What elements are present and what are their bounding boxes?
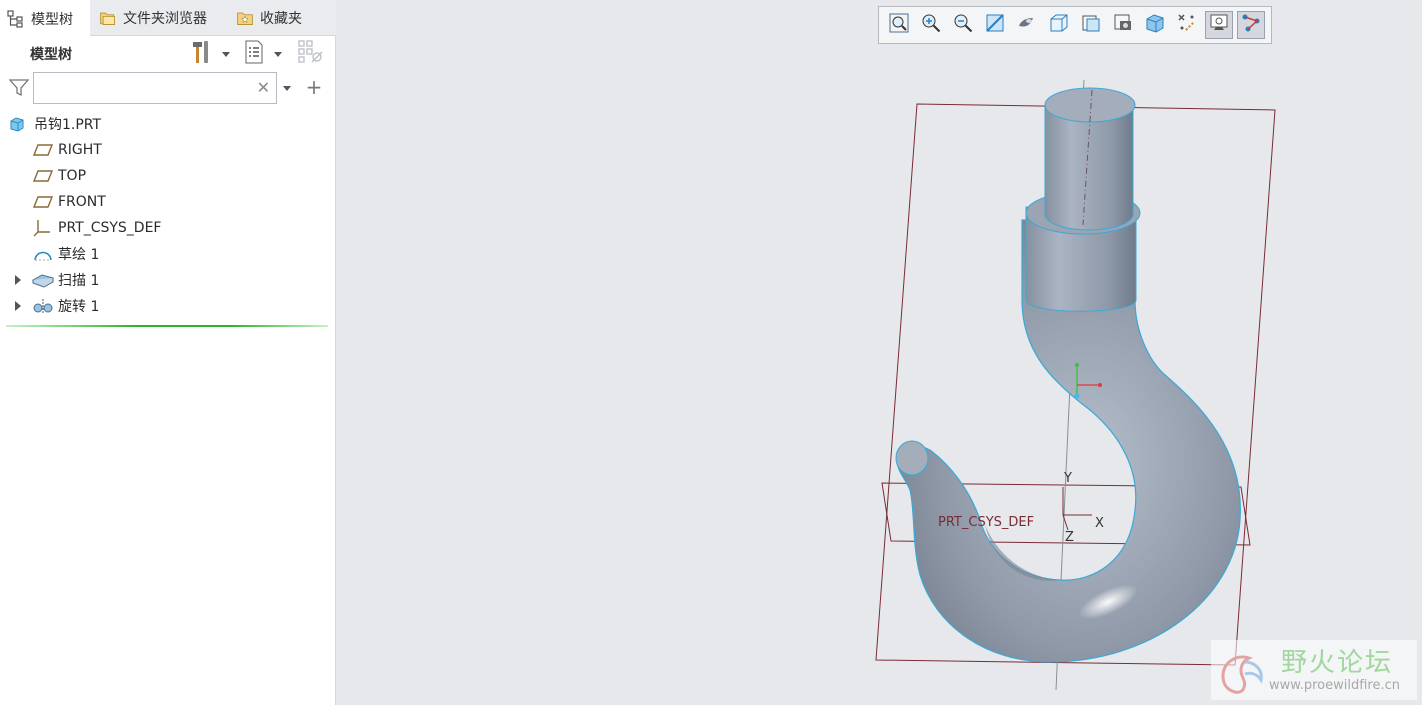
tree-item-label: PRT_CSYS_DEF bbox=[58, 220, 162, 236]
folder-browser-icon bbox=[99, 9, 117, 27]
saved-orientations-button[interactable] bbox=[1045, 11, 1073, 39]
insert-indicator[interactable] bbox=[6, 325, 328, 327]
hook-tip[interactable] bbox=[895, 440, 929, 476]
display-style-icon bbox=[1016, 12, 1038, 38]
spin-center-icon bbox=[1208, 12, 1230, 38]
datum-plane-icon bbox=[32, 140, 54, 160]
tree-filter-settings-icon bbox=[297, 39, 325, 69]
tree-item-sweep[interactable]: 扫描 1 bbox=[32, 268, 99, 292]
tree-item-label: 吊钩1.PRT bbox=[34, 117, 102, 133]
show-dropdown[interactable] bbox=[270, 40, 286, 68]
tree-item-sketch[interactable]: 草绘 1 bbox=[32, 242, 99, 266]
sweep-icon bbox=[32, 270, 54, 290]
tab-label: 模型树 bbox=[31, 11, 73, 28]
zoom-out-button[interactable] bbox=[949, 11, 977, 39]
tree-item-label: FRONT bbox=[58, 194, 106, 210]
tab-model-tree[interactable]: 模型树 bbox=[0, 0, 90, 37]
search-input[interactable] bbox=[38, 74, 248, 102]
forum-watermark: 野火论坛 www.proewildfire.cn bbox=[1211, 640, 1417, 700]
tree-filters-button[interactable] bbox=[296, 40, 326, 68]
zoom-out-icon bbox=[952, 12, 974, 38]
annotation-display-button[interactable] bbox=[1237, 11, 1265, 39]
csys-axis-z-label: Z bbox=[1065, 530, 1074, 545]
navigator-tabs: 模型树 文件夹浏览器 收藏夹 bbox=[0, 0, 336, 37]
repaint-icon bbox=[984, 12, 1006, 38]
csys-axis-x-label: X bbox=[1095, 516, 1104, 531]
search-row: ✕ + bbox=[0, 72, 336, 104]
tree-item-label: RIGHT bbox=[58, 142, 102, 158]
show-button[interactable] bbox=[242, 40, 266, 68]
tree-tools-button[interactable] bbox=[188, 40, 214, 68]
tree-item-label: 草绘 1 bbox=[58, 247, 100, 263]
tree-root[interactable]: 吊钩1.PRT bbox=[8, 112, 101, 136]
add-icon[interactable]: + bbox=[305, 74, 323, 100]
expand-arrow-icon[interactable] bbox=[15, 301, 21, 311]
tree-tools-dropdown[interactable] bbox=[218, 40, 234, 68]
refit-button[interactable] bbox=[885, 11, 913, 39]
zoom-in-icon bbox=[920, 12, 942, 38]
expand-arrow-icon[interactable] bbox=[15, 275, 21, 285]
part-icon bbox=[8, 114, 26, 134]
spin-center-button[interactable] bbox=[1205, 11, 1233, 39]
clear-icon[interactable]: ✕ bbox=[257, 78, 270, 97]
tree-item-right[interactable]: RIGHT bbox=[32, 138, 102, 162]
navigator-panel: 模型树 文件夹浏览器 收藏夹 模型树 ✕ + 吊钩1.PRT RIGHT TOP… bbox=[0, 0, 336, 705]
chevron-down-icon bbox=[222, 51, 230, 57]
tree-item-label: 扫描 1 bbox=[58, 273, 100, 289]
watermark-url: www.proewildfire.cn bbox=[1269, 678, 1400, 693]
repaint-button[interactable] bbox=[981, 11, 1009, 39]
section-icon bbox=[1144, 12, 1166, 38]
tab-label: 收藏夹 bbox=[260, 11, 302, 27]
tab-favorites[interactable]: 收藏夹 bbox=[236, 0, 336, 36]
display-style-button[interactable] bbox=[1013, 11, 1041, 39]
favorites-icon bbox=[236, 9, 254, 27]
refit-icon bbox=[888, 12, 910, 38]
panel-title: 模型树 bbox=[30, 47, 72, 63]
graphics-window[interactable] bbox=[337, 0, 1422, 705]
datum-plane-icon bbox=[32, 192, 54, 212]
tab-folder-browser[interactable]: 文件夹浏览器 bbox=[97, 0, 227, 36]
datum-display-icon bbox=[1176, 12, 1198, 38]
datum-plane-icon bbox=[32, 166, 54, 186]
search-field: ✕ bbox=[33, 72, 277, 104]
csys-name-label: PRT_CSYS_DEF bbox=[938, 515, 1034, 530]
zoom-in-button[interactable] bbox=[917, 11, 945, 39]
hammer-wrench-icon bbox=[189, 39, 213, 69]
tree-item-front[interactable]: FRONT bbox=[32, 190, 106, 214]
watermark-logo-icon bbox=[1215, 646, 1269, 700]
watermark-name: 野火论坛 bbox=[1281, 648, 1394, 678]
chevron-down-icon[interactable] bbox=[283, 86, 291, 91]
view-toolbar bbox=[878, 6, 1272, 44]
saved-orientations-icon bbox=[1048, 12, 1070, 38]
annotation-display-icon bbox=[1240, 12, 1262, 38]
upper-shaft[interactable] bbox=[1044, 104, 1134, 231]
tree-item-label: TOP bbox=[58, 168, 87, 184]
filter-icon[interactable] bbox=[8, 78, 30, 98]
csys-icon bbox=[32, 218, 54, 238]
perspective-button[interactable] bbox=[1109, 11, 1137, 39]
tree-item-revolve[interactable]: 旋转 1 bbox=[32, 294, 99, 318]
model-tree-icon bbox=[7, 9, 25, 28]
tree-item-csys[interactable]: PRT_CSYS_DEF bbox=[32, 216, 161, 240]
tree-item-label: 旋转 1 bbox=[58, 299, 100, 315]
csys-axis-y-label: Y bbox=[1063, 471, 1072, 486]
view-manager-icon bbox=[1080, 12, 1102, 38]
tab-label: 文件夹浏览器 bbox=[123, 11, 207, 27]
list-document-icon bbox=[244, 40, 264, 68]
datum-display-button[interactable] bbox=[1173, 11, 1201, 39]
view-manager-button[interactable] bbox=[1077, 11, 1105, 39]
sketch-icon bbox=[32, 244, 54, 264]
chevron-down-icon bbox=[274, 51, 282, 57]
section-button[interactable] bbox=[1141, 11, 1169, 39]
revolve-icon bbox=[32, 296, 54, 316]
perspective-icon bbox=[1112, 12, 1134, 38]
tree-item-top[interactable]: TOP bbox=[32, 164, 86, 188]
